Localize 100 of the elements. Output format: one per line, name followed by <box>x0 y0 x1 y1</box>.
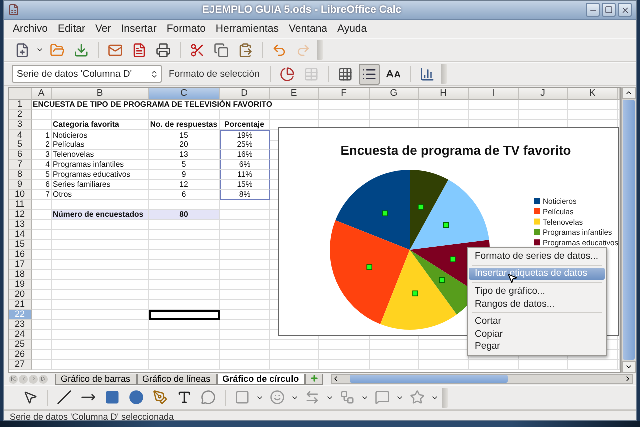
printer-icon <box>156 42 171 58</box>
scroll-down-icon[interactable] <box>625 363 633 371</box>
row-header[interactable]: 15 <box>9 240 32 250</box>
table-cell <box>149 280 220 290</box>
sheet-nav-button[interactable] <box>9 374 18 384</box>
row-header[interactable]: 19 <box>9 280 32 290</box>
toolbar-overflow-handle[interactable] <box>317 40 323 60</box>
row-header[interactable]: 9 <box>9 180 32 190</box>
column-header[interactable]: B <box>52 88 149 100</box>
context-menu-item[interactable]: Pegar <box>469 340 605 354</box>
ellipse-icon <box>129 390 144 405</box>
minimize-button[interactable] <box>586 3 600 17</box>
menu-item[interactable]: Herramientas <box>210 23 284 35</box>
row-header[interactable]: 18 <box>9 270 32 280</box>
row-header[interactable]: 26 <box>9 350 32 360</box>
table-cell <box>568 100 618 110</box>
row-header[interactable]: 13 <box>9 220 32 230</box>
sheet-tab[interactable]: Gráfico de líneas <box>136 374 217 384</box>
column-header[interactable]: I <box>469 88 519 100</box>
speech-bubble-icon <box>201 390 216 405</box>
row-header[interactable]: 27 <box>9 360 32 370</box>
pie-slice[interactable] <box>336 170 410 250</box>
toolbar-overflow-handle[interactable] <box>440 64 447 84</box>
row-header[interactable]: 24 <box>9 330 32 340</box>
context-menu-item[interactable]: Cortar <box>469 315 605 328</box>
table-cell <box>319 340 370 350</box>
pie-slice[interactable] <box>410 170 449 250</box>
context-menu-item[interactable]: Formato de series de datos... <box>469 250 605 263</box>
row-header[interactable]: 8 <box>9 170 32 180</box>
table-cell <box>32 220 52 230</box>
row-header[interactable]: 6 <box>9 150 32 160</box>
list-icon <box>362 66 377 82</box>
menu-item[interactable]: Insertar <box>116 23 162 35</box>
caret-icon[interactable] <box>36 46 44 54</box>
bar-chart-icon <box>420 66 435 82</box>
vertical-scrollbar[interactable] <box>621 87 636 373</box>
table-cell <box>220 340 270 350</box>
context-menu-item[interactable]: Rangos de datos... <box>469 298 605 310</box>
table-cell <box>568 360 618 370</box>
pie-slice[interactable] <box>410 180 490 250</box>
row-header[interactable]: 14 <box>9 230 32 240</box>
menu-item[interactable]: Formato <box>162 23 211 35</box>
menu-item[interactable]: Ver <box>90 23 116 35</box>
nav-arrow-icon <box>10 376 16 382</box>
row-header[interactable]: 2 <box>9 110 32 120</box>
pie-slice[interactable] <box>330 220 410 324</box>
toolbar-button[interactable] <box>358 64 380 84</box>
sheet-tab[interactable]: Gráfico de barras <box>55 374 137 384</box>
row-header[interactable]: 4 <box>9 130 32 141</box>
table-cell <box>149 220 220 230</box>
row-header[interactable]: 5 <box>9 140 32 150</box>
column-header[interactable]: F <box>319 88 370 100</box>
menu-item[interactable]: Ayuda <box>332 23 372 35</box>
row-header[interactable]: 20 <box>9 290 32 300</box>
row-header[interactable]: 17 <box>9 260 32 270</box>
sheet-nav-button[interactable] <box>39 374 48 384</box>
column-header[interactable]: J <box>519 88 568 100</box>
menu-item[interactable]: Editar <box>53 23 90 35</box>
column-header[interactable]: D <box>220 88 270 100</box>
toolbar-overflow-handle[interactable] <box>442 388 448 408</box>
sheet-tab[interactable]: Gráfico de círculo <box>216 374 306 384</box>
table-cell <box>149 240 220 250</box>
row-header[interactable]: 11 <box>9 200 32 210</box>
status-text: Serie de datos 'Columna D' seleccionada <box>10 412 174 420</box>
cell-cursor[interactable] <box>149 310 220 320</box>
row-header[interactable]: 23 <box>9 320 32 330</box>
menu-item[interactable]: Ventana <box>284 23 332 35</box>
row-header[interactable]: 12 <box>9 210 32 220</box>
close-button[interactable] <box>618 3 632 17</box>
column-header[interactable]: A <box>32 88 52 100</box>
row-header[interactable]: 1 <box>9 100 32 110</box>
column-header[interactable]: G <box>370 88 419 100</box>
table-cell <box>32 110 52 120</box>
table-cell <box>319 100 370 110</box>
row-header[interactable]: 25 <box>9 340 32 350</box>
double-arrow-icon <box>305 390 320 405</box>
column-header[interactable]: C <box>149 88 220 100</box>
add-sheet-button[interactable] <box>305 374 324 384</box>
row-header[interactable]: 3 <box>9 120 32 130</box>
column-header[interactable]: E <box>270 88 319 100</box>
scroll-right-icon[interactable] <box>624 375 632 383</box>
maximize-button[interactable] <box>602 3 616 17</box>
row-header[interactable]: 7 <box>9 160 32 170</box>
pen-icon <box>153 390 168 405</box>
context-menu-item[interactable]: Tipo de gráfico... <box>469 285 605 298</box>
table-cell <box>32 270 52 280</box>
chart-element-select[interactable]: Serie de datos 'Columna D' <box>12 65 162 83</box>
row-header[interactable]: 16 <box>9 250 32 260</box>
horizontal-scrollbar[interactable] <box>331 374 633 384</box>
smiley-icon <box>270 390 285 405</box>
table-cell <box>149 340 220 350</box>
menu-item[interactable]: Archivo <box>8 23 54 35</box>
pie-slice[interactable] <box>380 250 458 330</box>
column-header[interactable]: H <box>419 88 469 100</box>
column-header[interactable]: K <box>568 88 618 100</box>
row-header[interactable]: 10 <box>9 190 32 200</box>
row-header[interactable]: 21 <box>9 300 32 310</box>
scroll-up-icon[interactable] <box>625 89 633 97</box>
document-icon <box>132 42 147 58</box>
format-selection-button[interactable]: Formato de selección <box>165 65 264 83</box>
